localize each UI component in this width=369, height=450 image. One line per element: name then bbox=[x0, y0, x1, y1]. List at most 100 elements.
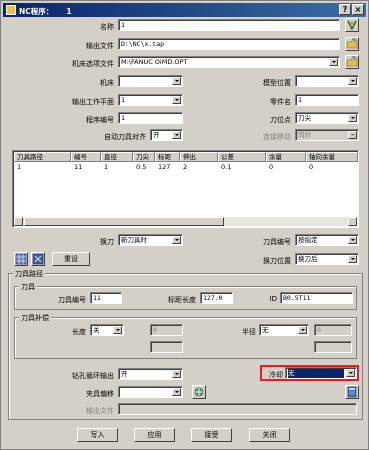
coolant-combo[interactable]: 无 bbox=[285, 367, 357, 379]
radius-combo[interactable]: 无 bbox=[259, 324, 309, 336]
coolant-label: 冷却 bbox=[269, 371, 283, 379]
tool-change-position-label: 换刀位置 bbox=[263, 257, 291, 265]
length-combo[interactable]: 关 bbox=[90, 324, 124, 336]
drill-cycle-label: 钻孔循环输出 bbox=[72, 372, 114, 380]
cell-tolerance[interactable]: 0.1 bbox=[218, 163, 231, 171]
close-window-button[interactable]: × bbox=[352, 4, 364, 15]
drill-cycle-combo[interactable]: 开 bbox=[118, 368, 183, 380]
chevron-down-icon[interactable] bbox=[346, 369, 355, 377]
reset-button[interactable]: 重设 bbox=[52, 252, 90, 266]
pick-name-icon[interactable] bbox=[345, 18, 359, 32]
title-bar: NC程序： 1 ? × bbox=[3, 3, 366, 17]
tool-point-combo[interactable]: 刀尖 bbox=[295, 112, 359, 124]
chevron-down-icon[interactable] bbox=[172, 131, 181, 139]
cell-overhang[interactable]: 2 bbox=[180, 163, 187, 171]
tool-change-position-combo[interactable]: 换刀后 bbox=[295, 253, 359, 265]
toolpath-list[interactable]: 刀具路径 编号 直径 刀尖 标距 伸出 公差 余量 轴向余量 1 11 1 0.… bbox=[12, 150, 359, 228]
name-label: 名称 bbox=[100, 23, 114, 31]
apply-button[interactable]: 应用 bbox=[134, 428, 175, 442]
scroll-thumb[interactable] bbox=[24, 217, 224, 226]
cell-number[interactable]: 11 bbox=[71, 163, 82, 171]
chevron-down-icon[interactable] bbox=[172, 96, 181, 104]
col-diameter[interactable]: 直径 bbox=[101, 152, 133, 162]
part-name-label: 零件名 bbox=[270, 98, 291, 106]
chevron-down-icon[interactable] bbox=[329, 58, 338, 66]
col-number[interactable]: 编号 bbox=[71, 152, 101, 162]
tool-point-label: 刀位点 bbox=[270, 116, 291, 124]
help-button[interactable]: ? bbox=[339, 4, 351, 15]
output-workplane-combo[interactable]: 1 bbox=[118, 94, 183, 106]
scroll-left-icon[interactable] bbox=[14, 217, 23, 226]
nc-program-dialog: NC程序： 1 ? × 名称 1 输出文件 D:\NC\x.tap 机床选项文件… bbox=[0, 0, 369, 450]
col-tip[interactable]: 刀尖 bbox=[133, 152, 155, 162]
model-position-combo[interactable] bbox=[295, 75, 359, 87]
tool-change-combo[interactable]: 新刀具时 bbox=[118, 234, 183, 246]
auto-tool-align-combo[interactable]: 开 bbox=[150, 129, 183, 141]
chevron-down-icon[interactable] bbox=[113, 326, 122, 334]
fixture-offset-pick-icon[interactable] bbox=[192, 385, 206, 399]
chevron-down-icon[interactable] bbox=[348, 236, 357, 244]
toolpath-group-label: 刀具路径 bbox=[13, 269, 45, 279]
machine-label: 机床 bbox=[100, 79, 114, 87]
tool-change-label: 换刀 bbox=[100, 238, 114, 246]
chevron-down-icon[interactable] bbox=[348, 77, 357, 85]
tool-number-input[interactable]: 11 bbox=[90, 292, 122, 304]
tool-grid-icon[interactable] bbox=[14, 252, 28, 266]
chevron-down-icon[interactable] bbox=[172, 77, 181, 85]
accept-button[interactable]: 接受 bbox=[191, 428, 232, 442]
chevron-down-icon[interactable] bbox=[172, 370, 181, 378]
chevron-down-icon[interactable] bbox=[348, 114, 357, 122]
cell-allowance[interactable]: 0 bbox=[266, 163, 273, 171]
chevron-down-icon bbox=[348, 131, 357, 139]
col-overhang[interactable]: 伸出 bbox=[180, 152, 218, 162]
radius-label: 半径 bbox=[242, 328, 256, 336]
write-button[interactable]: 写入 bbox=[77, 428, 118, 442]
output-file-secondary-input bbox=[118, 403, 357, 415]
output-file-secondary-label: 输出文件 bbox=[86, 407, 114, 415]
gauge-length-input[interactable]: 127.0 bbox=[200, 292, 233, 304]
col-allowance[interactable]: 余量 bbox=[266, 152, 306, 162]
chevron-down-icon[interactable] bbox=[348, 255, 357, 263]
radius-value-input: 0 bbox=[314, 324, 352, 336]
name-input[interactable]: 1 bbox=[118, 19, 340, 31]
tool-number-mode-combo[interactable]: 按指定 bbox=[295, 234, 359, 246]
window-icon bbox=[6, 5, 16, 15]
cell-axial-allowance[interactable]: 0 bbox=[306, 163, 313, 171]
machine-combo[interactable] bbox=[118, 75, 183, 87]
model-position-label: 模型位置 bbox=[263, 79, 291, 87]
scroll-right-icon[interactable] bbox=[348, 217, 357, 226]
calculator-icon[interactable] bbox=[345, 385, 359, 399]
col-tolerance[interactable]: 公差 bbox=[218, 152, 266, 162]
connect-move-combo: 同时 bbox=[295, 129, 359, 141]
fixture-offset-combo[interactable] bbox=[118, 386, 183, 398]
horizontal-scrollbar[interactable] bbox=[14, 217, 357, 226]
chevron-down-icon[interactable] bbox=[172, 236, 181, 244]
output-file-input[interactable]: D:\NC\x.tap bbox=[118, 38, 340, 50]
open-folder-icon[interactable] bbox=[345, 37, 359, 51]
part-name-input[interactable]: 1 bbox=[295, 94, 359, 106]
open-folder-icon[interactable] bbox=[345, 55, 359, 69]
chevron-down-icon[interactable] bbox=[298, 326, 307, 334]
length-register-input bbox=[150, 341, 183, 353]
cell-gauge[interactable]: 127 bbox=[155, 163, 170, 171]
col-toolpath[interactable]: 刀具路径 bbox=[14, 152, 71, 162]
col-axial-allowance[interactable]: 轴向余量 bbox=[306, 152, 358, 162]
machine-option-label: 机床选项文件 bbox=[72, 60, 114, 68]
gauge-length-label: 标距长度 bbox=[168, 296, 196, 304]
fixture-offset-label: 夹具偏移 bbox=[86, 390, 114, 398]
id-label: ID bbox=[269, 295, 277, 303]
chevron-down-icon[interactable] bbox=[172, 388, 181, 396]
cell-toolpath[interactable]: 1 bbox=[14, 163, 21, 171]
window-title: NC程序： 1 bbox=[19, 7, 72, 16]
close-button[interactable]: 关闭 bbox=[249, 428, 290, 442]
program-number-input[interactable]: 1 bbox=[118, 112, 183, 124]
cell-diameter[interactable]: 1 bbox=[101, 163, 108, 171]
machine-option-combo[interactable]: M:\FANUC OiMD.OPT bbox=[118, 56, 340, 68]
id-input[interactable]: B0.5T11 bbox=[280, 292, 353, 304]
auto-tool-align-label: 自动刀具对齐 bbox=[104, 133, 146, 141]
tool-table-icon[interactable] bbox=[31, 252, 45, 266]
cell-tip[interactable]: 0.5 bbox=[133, 163, 146, 171]
tool-group-label: 刀具 bbox=[19, 282, 37, 292]
radius-register-input bbox=[314, 341, 352, 353]
col-gauge[interactable]: 标距 bbox=[155, 152, 180, 162]
